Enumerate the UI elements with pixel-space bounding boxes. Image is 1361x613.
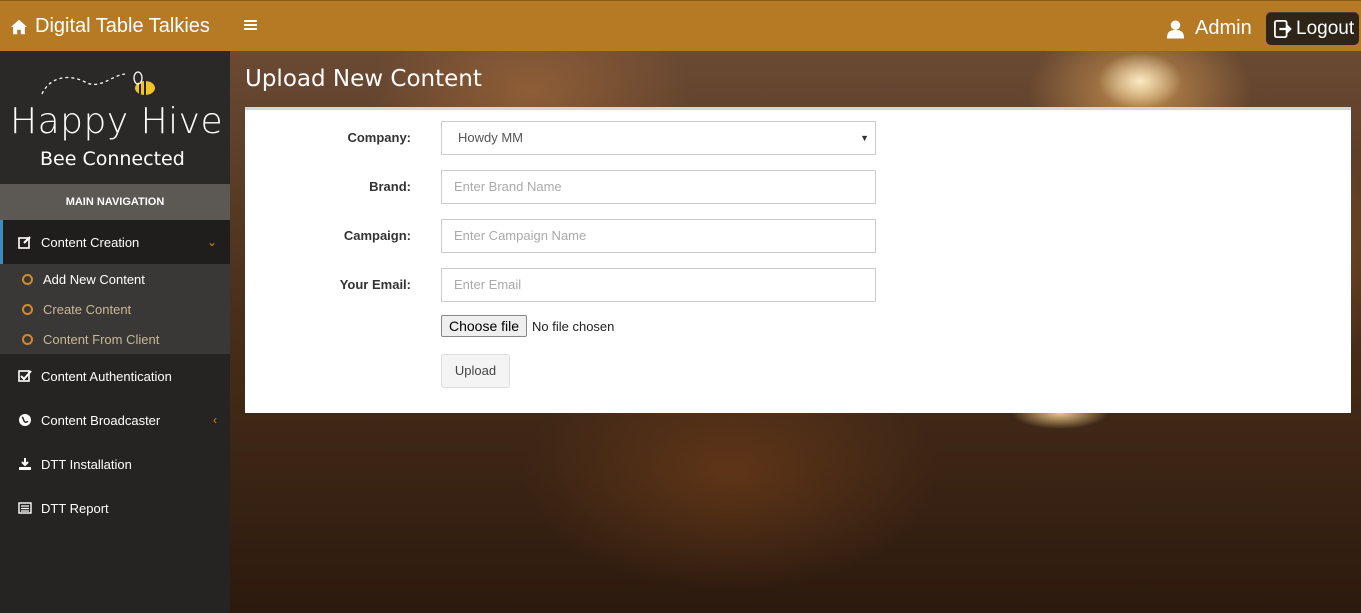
content-creation-submenu: Add New Content Create Content Content F… <box>0 264 230 354</box>
brand-label: Brand: <box>369 179 411 194</box>
sidebar: Happy Hive Bee Connected MAIN NAVIGATION… <box>0 51 230 613</box>
logo-title: Happy Hive <box>10 101 224 142</box>
campaign-label: Campaign: <box>343 228 411 243</box>
no-file-text: No file chosen <box>532 318 615 334</box>
campaign-input[interactable]: Enter Campaign Name <box>441 219 876 253</box>
circle-icon <box>22 333 33 345</box>
bee-trail-icon <box>41 71 155 95</box>
user-menu[interactable]: Admin <box>1166 17 1252 40</box>
top-navbar: Digital Table Talkies Admin Logout <box>0 0 1361 51</box>
sidebar-item-label: Content Broadcaster <box>41 412 161 428</box>
company-label: Company: <box>347 130 411 145</box>
globe-icon <box>19 414 31 426</box>
brand-title: Digital Table Talkies <box>35 15 210 37</box>
subitem-content-from-client[interactable]: Content From Client <box>0 324 230 354</box>
sidebar-item-label: DTT Report <box>41 500 109 516</box>
company-value: Howdy MM <box>458 130 524 145</box>
subitem-add-new-content[interactable]: Add New Content <box>0 264 230 294</box>
circle-icon <box>22 273 33 285</box>
sidebar-item-dtt-installation[interactable]: DTT Installation <box>0 442 230 486</box>
upload-button[interactable]: Upload <box>441 354 510 388</box>
company-select[interactable]: Howdy MM ▼ <box>441 121 876 155</box>
home-icon <box>10 19 28 34</box>
sidebar-item-label: DTT Installation <box>41 456 132 472</box>
sign-out-icon <box>1274 19 1292 38</box>
sidebar-item-label: Content Authentication <box>41 368 172 384</box>
edit-icon <box>18 236 31 249</box>
user-icon <box>1166 19 1185 38</box>
brand-input[interactable]: Enter Brand Name <box>441 170 876 204</box>
upload-form-card: Company: Howdy MM ▼ Brand: Enter Brand N… <box>245 107 1351 413</box>
subitem-label: Content From Client <box>43 331 160 347</box>
nav-header: MAIN NAVIGATION <box>0 184 230 220</box>
file-input: Choose file No file chosen <box>441 315 614 337</box>
check-square-icon <box>18 370 32 382</box>
logo-subtitle: Bee Connected <box>40 148 185 170</box>
main-content: Upload New Content Company: Howdy MM ▼ B… <box>230 51 1361 613</box>
email-label: Your Email: <box>339 277 411 292</box>
menu-toggle-icon[interactable] <box>244 18 258 34</box>
list-icon <box>18 502 32 514</box>
sidebar-item-dtt-report[interactable]: DTT Report <box>0 486 230 530</box>
sidebar-item-content-authentication[interactable]: Content Authentication <box>0 354 230 398</box>
logo: Happy Hive Bee Connected <box>0 51 230 184</box>
logout-label: Logout <box>1296 17 1355 39</box>
email-input[interactable]: Enter Email <box>441 268 876 302</box>
logout-button[interactable]: Logout <box>1266 12 1359 45</box>
brand-link[interactable]: Digital Table Talkies <box>10 15 210 38</box>
chevron-down-icon: ⌄ <box>206 235 217 249</box>
sidebar-item-content-broadcaster[interactable]: Content Broadcaster ‹ <box>0 398 230 442</box>
user-name: Admin <box>1195 17 1252 39</box>
subitem-label: Add New Content <box>43 271 145 287</box>
circle-icon <box>22 303 33 315</box>
page-title: Upload New Content <box>245 66 482 92</box>
download-icon <box>19 458 31 470</box>
subitem-label: Create Content <box>43 301 132 317</box>
sidebar-item-content-creation[interactable]: Content Creation ⌄ <box>0 220 230 264</box>
chevron-left-icon: ‹ <box>213 413 217 427</box>
caret-down-icon: ▼ <box>860 133 869 143</box>
choose-file-button[interactable]: Choose file <box>441 315 527 337</box>
sidebar-item-label: Content Creation <box>41 234 140 250</box>
subitem-create-content[interactable]: Create Content <box>0 294 230 324</box>
